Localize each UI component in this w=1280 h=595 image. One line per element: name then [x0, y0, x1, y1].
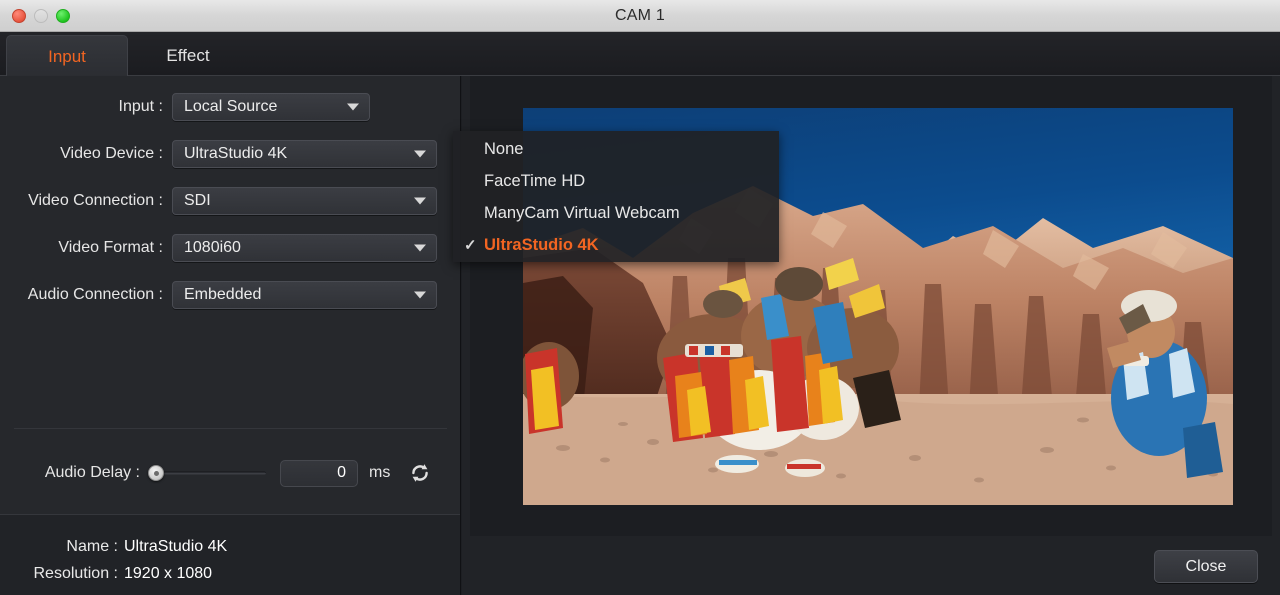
select-input-value: Local Source: [184, 98, 278, 115]
chevron-down-icon: [414, 244, 426, 252]
menu-item-none[interactable]: None: [453, 133, 779, 165]
menu-item-facetime-hd-label: FaceTime HD: [484, 171, 586, 190]
chevron-down-icon: [414, 197, 426, 205]
tab-bar: Input Effect: [0, 32, 1280, 77]
form-row-input: Input : Local Source: [0, 92, 461, 122]
info-label-name: Name :: [66, 538, 118, 555]
label-video-device: Video Device :: [60, 145, 163, 162]
select-video-connection[interactable]: SDI: [172, 187, 437, 215]
select-video-format-value: 1080i60: [184, 239, 241, 256]
menu-item-manycam-virtual-webcam-label: ManyCam Virtual Webcam: [484, 203, 680, 222]
select-input[interactable]: Local Source: [172, 93, 370, 121]
refresh-icon[interactable]: [409, 462, 431, 484]
close-button[interactable]: Close: [1154, 550, 1258, 583]
tab-input-label: Input: [48, 46, 86, 66]
menu-item-ultrastudio-4k-label: UltraStudio 4K: [484, 235, 599, 254]
menu-item-none-label: None: [484, 139, 524, 158]
tab-input[interactable]: Input: [6, 35, 128, 77]
tab-effect[interactable]: Effect: [130, 35, 246, 77]
menu-item-ultrastudio-4k[interactable]: ✓ UltraStudio 4K: [453, 229, 779, 261]
device-info-box: Name : UltraStudio 4K Resolution : 1920 …: [0, 514, 460, 595]
chevron-down-icon: [414, 291, 426, 299]
info-row-resolution: Resolution : 1920 x 1080: [0, 560, 460, 588]
select-audio-connection[interactable]: Embedded: [172, 281, 437, 309]
tab-effect-label: Effect: [166, 46, 210, 65]
select-audio-connection-value: Embedded: [184, 286, 262, 303]
select-video-connection-value: SDI: [184, 192, 211, 209]
info-value-name: UltraStudio 4K: [124, 538, 228, 555]
menu-item-facetime-hd[interactable]: FaceTime HD: [453, 165, 779, 197]
audio-delay-unit: ms: [369, 464, 391, 481]
cam-settings-window: CAM 1 Input Effect Input : Local Source …: [0, 0, 1280, 595]
title-bar: CAM 1: [0, 0, 1280, 32]
audio-delay-value: 0: [337, 464, 346, 481]
form-row-video-connection: Video Connection : SDI: [0, 186, 461, 216]
slider-track: [156, 471, 266, 475]
label-video-connection: Video Connection :: [28, 192, 163, 209]
section-divider: [14, 428, 447, 429]
select-video-format[interactable]: 1080i60: [172, 234, 437, 262]
info-label-resolution: Resolution :: [33, 565, 119, 582]
info-row-name: Name : UltraStudio 4K: [0, 533, 460, 561]
video-device-dropdown-menu[interactable]: None FaceTime HD ManyCam Virtual Webcam …: [453, 131, 779, 262]
select-video-device-value: UltraStudio 4K: [184, 145, 288, 162]
select-video-device[interactable]: UltraStudio 4K: [172, 140, 437, 168]
close-button-label: Close: [1185, 557, 1227, 575]
input-settings-panel: Input : Local Source Video Device : Ultr…: [0, 76, 461, 595]
audio-delay-slider[interactable]: [148, 463, 266, 483]
audio-delay-input[interactable]: 0: [280, 459, 358, 487]
slider-knob[interactable]: [148, 465, 164, 481]
form-row-video-format: Video Format : 1080i60: [0, 233, 461, 263]
label-video-format: Video Format :: [58, 239, 163, 256]
info-value-resolution: 1920 x 1080: [124, 565, 213, 582]
label-audio-connection: Audio Connection :: [27, 286, 163, 303]
chevron-down-icon: [414, 150, 426, 158]
window-title: CAM 1: [615, 7, 665, 24]
form-row-video-device: Video Device : UltraStudio 4K: [0, 139, 461, 169]
audio-delay-row: Audio Delay : 0 ms: [0, 456, 461, 490]
menu-item-manycam-virtual-webcam[interactable]: ManyCam Virtual Webcam: [453, 197, 779, 229]
chevron-down-icon: [347, 103, 359, 111]
form-row-audio-connection: Audio Connection : Embedded: [0, 280, 461, 310]
label-audio-delay: Audio Delay :: [44, 464, 140, 481]
checkmark-icon: ✓: [464, 237, 477, 254]
label-input: Input :: [118, 98, 163, 115]
